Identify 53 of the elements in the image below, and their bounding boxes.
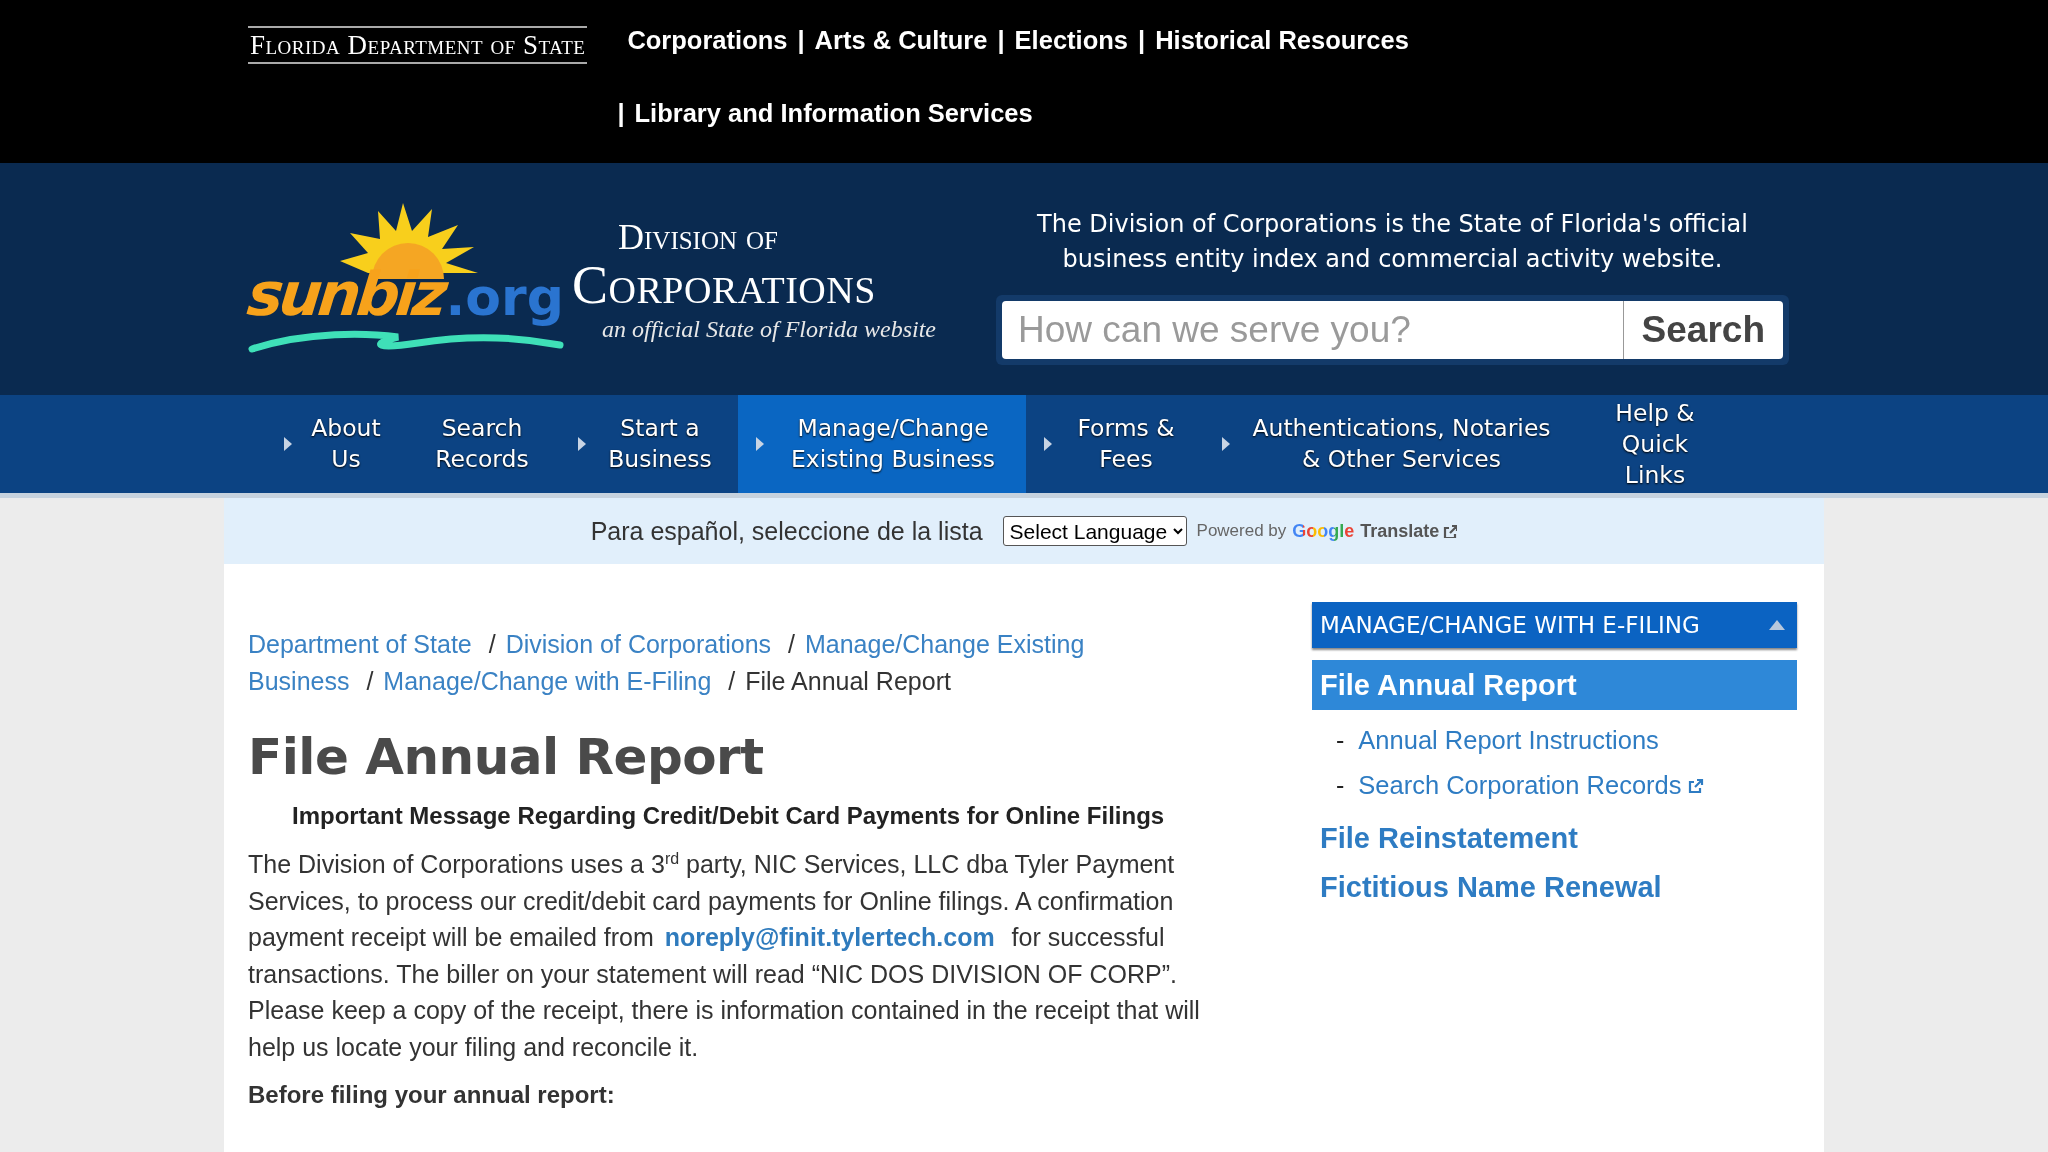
nav-tab[interactable]: Authentications, Notaries & Other Services [1204, 395, 1577, 493]
translate-link[interactable]: Translate [1360, 520, 1458, 542]
logo-text: sunbiz [244, 259, 448, 329]
intro-text: The Division of Corporations is the State of Florida's official business entity index and commercial activity website. [1036, 209, 1749, 275]
list-dash: - [1336, 771, 1345, 800]
sidebar-link[interactable]: Fictitious Name Renewal [1320, 871, 1662, 904]
nav-tab[interactable]: Forms & Fees [1026, 395, 1204, 493]
top-nav-link[interactable]: Library and Information Services [634, 99, 1033, 128]
sidebar-sublink[interactable]: Search Corporation Records [1358, 771, 1704, 800]
top-nav-link[interactable]: Arts & Culture [814, 26, 988, 55]
top-nav-link[interactable]: Corporations [627, 26, 788, 55]
language-select[interactable]: Select Language [1002, 516, 1187, 546]
department-logo[interactable]: Florida Department of State [248, 26, 588, 64]
breadcrumb-separator: / [366, 667, 374, 695]
top-nav-link[interactable]: Historical Resources [1155, 26, 1409, 55]
nav-tab[interactable]: Start a Business [560, 395, 738, 493]
breadcrumb-link[interactable]: Manage/Change Existing [804, 630, 1085, 658]
logo-text: Corporations [572, 257, 877, 312]
link-divider: | [997, 26, 1005, 55]
sidebar-heading[interactable]: MANAGE/CHANGE WITH E-FILING [1312, 602, 1797, 648]
page-title: File Annual Report [248, 728, 765, 786]
external-link-icon [1443, 524, 1458, 538]
powered-by-text: Powered by [1196, 521, 1287, 541]
link-divider: | [617, 99, 625, 128]
nav-tab[interactable]: Search Records [404, 395, 560, 493]
language-prompt: Para español, seleccione de la lista [590, 516, 983, 546]
link-divider: | [797, 26, 805, 55]
sidebar-item-current[interactable]: File Annual Report [1312, 660, 1797, 710]
email-link[interactable]: noreply@finit.tylertech.com [664, 923, 995, 951]
breadcrumb-separator: / [788, 630, 795, 658]
logo-text: Division of [618, 215, 779, 258]
breadcrumb-link[interactable]: Division of Corporations [505, 630, 772, 658]
notice-heading: Important Message Regarding Credit/Debit Card Payments for Online Filings [292, 802, 1166, 830]
top-nav-link[interactable]: Elections [1014, 26, 1128, 55]
list-dash: - [1336, 726, 1345, 755]
search-button[interactable]: Search [1622, 301, 1783, 359]
section-heading: Before filing your annual report: [248, 1081, 616, 1109]
notice-paragraph: The Division of Corporations uses a 3$^{rd}$ party, NIC Services, LLC dba Tyler Payment Services, to process our credit/debit card payments for Online filings. A confirmation payment receipt will be emailed from noreply@finit.tylertech.com for successful transactions. The biller on your statement will read “NIC DOS DIVISION OF CORP”. Please keep a copy of the receipt, there is information contained in the receipt that will help us locate your filing and reconcile it. [248, 848, 1201, 1063]
nav-tab[interactable]: Help & Quick Links [1577, 395, 1733, 493]
breadcrumb-separator: / [488, 630, 496, 658]
sidebar-sublink[interactable]: Annual Report Instructions [1358, 726, 1659, 755]
breadcrumb-link[interactable]: Department of State [248, 630, 472, 658]
caret-icon [1769, 620, 1785, 630]
logo-tagline: an official State of Florida website [602, 315, 936, 343]
breadcrumb-link[interactable]: Manage/Change with E-Filing [383, 667, 712, 695]
nav-tab[interactable]: About Us [266, 395, 404, 493]
breadcrumb-separator: / [728, 667, 736, 695]
breadcrumb-current: File Annual Report [745, 667, 951, 695]
breadcrumb-link[interactable]: Business [248, 667, 350, 695]
search-field[interactable]: How can we serve you? [1002, 301, 1623, 359]
link-divider: | [1138, 26, 1146, 55]
nav-tab[interactable]: Manage/Change Existing Business [738, 395, 1026, 493]
sidebar-link[interactable]: File Reinstatement [1320, 822, 1578, 855]
